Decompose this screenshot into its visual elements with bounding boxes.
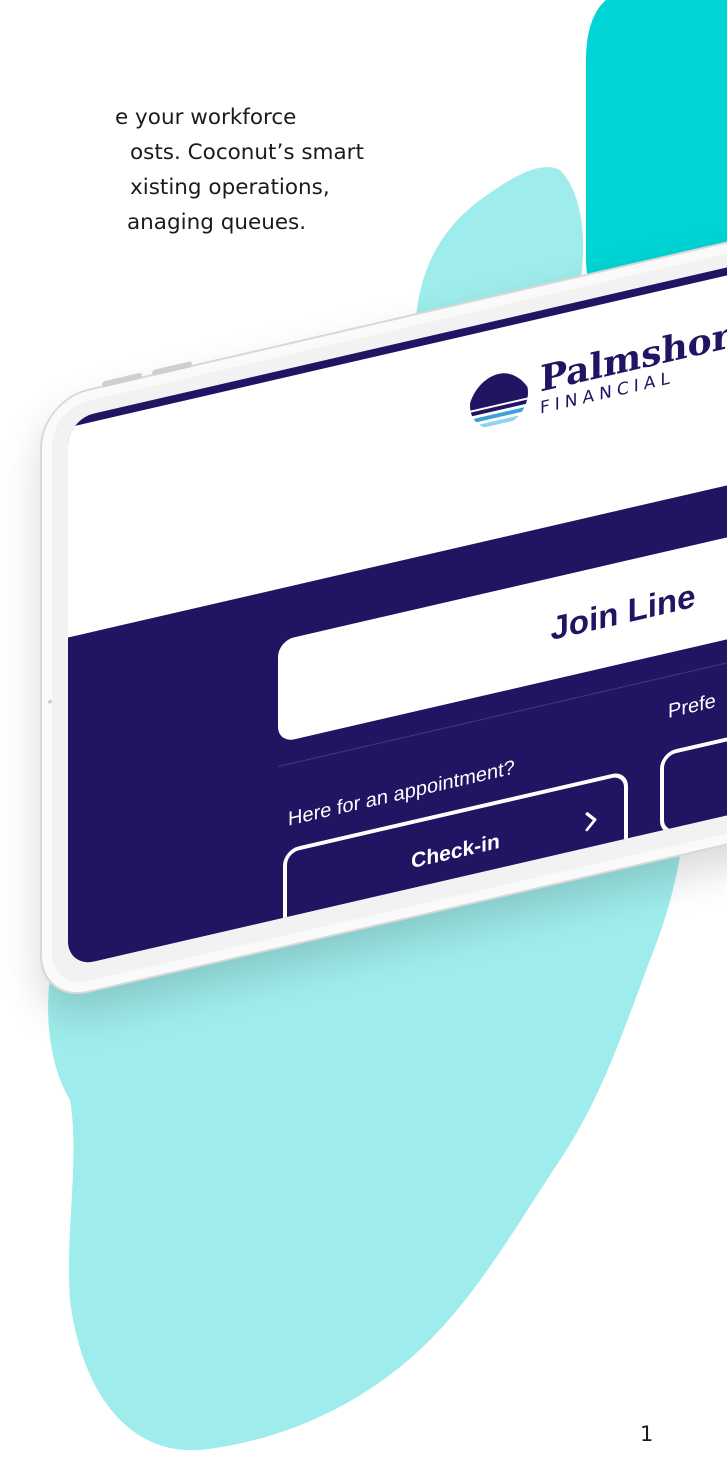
intro-line-2: osts. Coconut’s smart xyxy=(130,140,364,165)
intro-line-4: anaging queues. xyxy=(127,210,307,235)
intro-line-1: e your workforce xyxy=(115,105,297,130)
intro-line-3: xisting operations, xyxy=(130,175,330,200)
page-number: 1 xyxy=(640,1422,654,1446)
palmshore-logo: Palmshore FINANCIAL xyxy=(468,309,727,437)
tablet-camera-dot xyxy=(48,699,52,705)
palmshore-logo-icon xyxy=(470,363,528,435)
preference-question: Prefe xyxy=(668,689,716,724)
join-line-label: Join Line xyxy=(550,576,696,648)
chevron-right-icon xyxy=(585,812,597,832)
intro-paragraph: e your workforce osts. Coconut’s smart x… xyxy=(0,100,364,240)
check-in-label: Check-in xyxy=(411,829,500,874)
